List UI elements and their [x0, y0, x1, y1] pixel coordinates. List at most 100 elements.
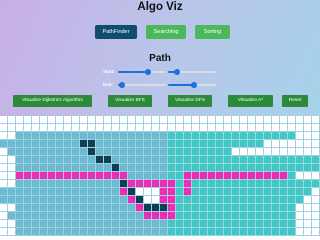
visited-cell[interactable]: [120, 140, 128, 148]
grid-cell[interactable]: [296, 132, 304, 140]
grid-cell[interactable]: [304, 204, 312, 212]
path-cell[interactable]: [136, 180, 144, 188]
visited-cell[interactable]: [192, 164, 200, 172]
grid-cell[interactable]: [152, 196, 160, 204]
visited-cell[interactable]: [168, 156, 176, 164]
grid-cell[interactable]: [8, 228, 16, 236]
visited-cell[interactable]: [288, 228, 296, 236]
visited-cell[interactable]: [232, 196, 240, 204]
visited-cell[interactable]: [200, 148, 208, 156]
visited-cell[interactable]: [192, 220, 200, 228]
path-cell[interactable]: [120, 172, 128, 180]
visited-cell[interactable]: [216, 148, 224, 156]
visited-cell[interactable]: [304, 156, 312, 164]
visited-cell[interactable]: [216, 204, 224, 212]
visited-cell[interactable]: [120, 164, 128, 172]
visited-cell[interactable]: [176, 228, 184, 236]
visited-cell[interactable]: [104, 140, 112, 148]
visited-cell[interactable]: [152, 228, 160, 236]
grid-cell[interactable]: [56, 116, 64, 124]
grid-cell[interactable]: [296, 204, 304, 212]
path-cell[interactable]: [192, 172, 200, 180]
visited-cell[interactable]: [128, 164, 136, 172]
grid-cell[interactable]: [288, 140, 296, 148]
visited-cell[interactable]: [264, 156, 272, 164]
visited-cell[interactable]: [120, 220, 128, 228]
visited-cell[interactable]: [104, 188, 112, 196]
visited-cell[interactable]: [248, 204, 256, 212]
visited-cell[interactable]: [224, 204, 232, 212]
visited-cell[interactable]: [168, 228, 176, 236]
grid-cell[interactable]: [288, 148, 296, 156]
visited-cell[interactable]: [72, 132, 80, 140]
visited-cell[interactable]: [64, 204, 72, 212]
grid-cell[interactable]: [224, 116, 232, 124]
visited-cell[interactable]: [288, 164, 296, 172]
path-cell[interactable]: [112, 172, 120, 180]
visited-cell[interactable]: [104, 204, 112, 212]
visited-cell[interactable]: [136, 156, 144, 164]
visited-cell[interactable]: [128, 140, 136, 148]
visited-cell[interactable]: [240, 164, 248, 172]
visited-cell[interactable]: [288, 172, 296, 180]
visited-cell[interactable]: [104, 180, 112, 188]
visited-cell[interactable]: [32, 228, 40, 236]
visited-cell[interactable]: [32, 188, 40, 196]
path-cell[interactable]: [152, 212, 160, 220]
visited-cell[interactable]: [296, 156, 304, 164]
visited-cell[interactable]: [264, 204, 272, 212]
grid-cell[interactable]: [272, 140, 280, 148]
visited-cell[interactable]: [48, 156, 56, 164]
visited-cell[interactable]: [48, 204, 56, 212]
grid-cell[interactable]: [120, 116, 128, 124]
visited-cell[interactable]: [8, 140, 16, 148]
path-cell[interactable]: [16, 172, 24, 180]
grid-cell[interactable]: [304, 228, 312, 236]
wall-cell[interactable]: [112, 164, 120, 172]
visited-cell[interactable]: [240, 228, 248, 236]
visited-cell[interactable]: [216, 132, 224, 140]
visited-cell[interactable]: [280, 220, 288, 228]
grid-cell[interactable]: [256, 148, 264, 156]
visited-cell[interactable]: [248, 196, 256, 204]
visited-cell[interactable]: [200, 164, 208, 172]
visited-cell[interactable]: [176, 156, 184, 164]
visited-cell[interactable]: [200, 228, 208, 236]
visited-cell[interactable]: [232, 164, 240, 172]
visited-cell[interactable]: [56, 156, 64, 164]
visited-cell[interactable]: [56, 228, 64, 236]
grid-cell[interactable]: [208, 124, 216, 132]
visited-cell[interactable]: [32, 180, 40, 188]
grid-cell[interactable]: [304, 116, 312, 124]
grid-cell[interactable]: [56, 124, 64, 132]
grid-cell[interactable]: [232, 116, 240, 124]
visited-cell[interactable]: [160, 140, 168, 148]
visited-cell[interactable]: [16, 220, 24, 228]
visited-cell[interactable]: [280, 188, 288, 196]
slider-handle[interactable]: [191, 82, 198, 88]
visited-cell[interactable]: [104, 212, 112, 220]
wall-cell[interactable]: [80, 140, 88, 148]
visited-cell[interactable]: [136, 148, 144, 156]
grid-cell[interactable]: [48, 116, 56, 124]
visited-cell[interactable]: [248, 156, 256, 164]
start-slider-1[interactable]: [118, 69, 166, 75]
grid-cell[interactable]: [176, 116, 184, 124]
visited-cell[interactable]: [64, 164, 72, 172]
tab-pathfinder[interactable]: PathFinder: [95, 25, 137, 39]
visited-cell[interactable]: [32, 148, 40, 156]
visited-cell[interactable]: [288, 132, 296, 140]
visited-cell[interactable]: [40, 180, 48, 188]
visited-cell[interactable]: [160, 164, 168, 172]
grid-cell[interactable]: [312, 228, 320, 236]
visited-cell[interactable]: [104, 196, 112, 204]
visited-cell[interactable]: [288, 156, 296, 164]
visited-cell[interactable]: [280, 212, 288, 220]
visited-cell[interactable]: [288, 180, 296, 188]
visited-cell[interactable]: [176, 164, 184, 172]
visited-cell[interactable]: [80, 228, 88, 236]
path-cell[interactable]: [256, 172, 264, 180]
path-cell[interactable]: [144, 212, 152, 220]
grid-cell[interactable]: [240, 116, 248, 124]
visited-cell[interactable]: [272, 196, 280, 204]
